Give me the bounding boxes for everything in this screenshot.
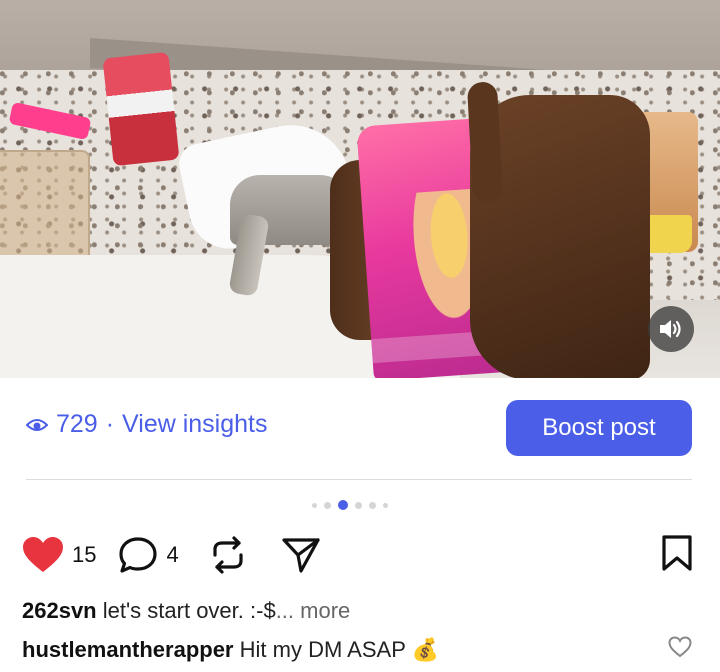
view-count: 729 (56, 410, 98, 438)
comment-button[interactable]: 4 (118, 536, 179, 574)
money-bag-emoji: 💰 (411, 637, 440, 662)
carousel-dot (369, 501, 376, 509)
like-count: 15 (72, 542, 97, 567)
carousel-dot (324, 501, 331, 509)
deodorant-can (102, 51, 180, 167)
carousel-dot (312, 502, 317, 508)
bookmark-icon (662, 535, 692, 571)
carousel-dot (383, 502, 388, 508)
heart-filled-icon (23, 537, 63, 572)
view-insights-link[interactable]: 729 · View insights (26, 410, 268, 439)
carousel-dot (355, 501, 362, 509)
post-media[interactable] (0, 0, 720, 378)
caption-username[interactable]: 262svn (22, 598, 97, 623)
insights-separator: · (105, 410, 115, 438)
repost-icon (213, 536, 243, 574)
like-button[interactable]: 15 (22, 536, 96, 574)
caption-text: let's start over. :-$ (102, 598, 276, 623)
view-insights-label: View insights (122, 410, 268, 438)
comment-icon (119, 537, 158, 573)
speaker-icon (660, 320, 681, 338)
boost-post-button[interactable]: Boost post (506, 400, 692, 456)
thumb (466, 81, 504, 203)
caption-line[interactable]: 262svn let's start over. :-$... more (22, 598, 350, 624)
eye-icon (26, 418, 48, 431)
divider (26, 479, 692, 480)
carousel-indicator (312, 500, 388, 510)
tray (0, 150, 90, 270)
heart-outline-icon (668, 636, 692, 658)
send-icon (282, 538, 320, 573)
repost-button[interactable] (209, 535, 247, 575)
share-button[interactable] (281, 536, 321, 574)
sound-toggle-button[interactable] (648, 306, 694, 352)
post-actions: 15 4 (22, 533, 321, 577)
save-button[interactable] (660, 534, 694, 577)
comment-username[interactable]: hustlemantherapper (22, 637, 234, 662)
comment-count: 4 (166, 542, 179, 567)
comment-like-button[interactable] (668, 636, 692, 663)
carousel-dot-active (338, 500, 348, 510)
comment-line: hustlemantherapper Hit my DM ASAP 💰 (22, 637, 439, 663)
comment-text: Hit my DM ASAP (239, 637, 406, 662)
more-link[interactable]: ... more (276, 598, 351, 623)
